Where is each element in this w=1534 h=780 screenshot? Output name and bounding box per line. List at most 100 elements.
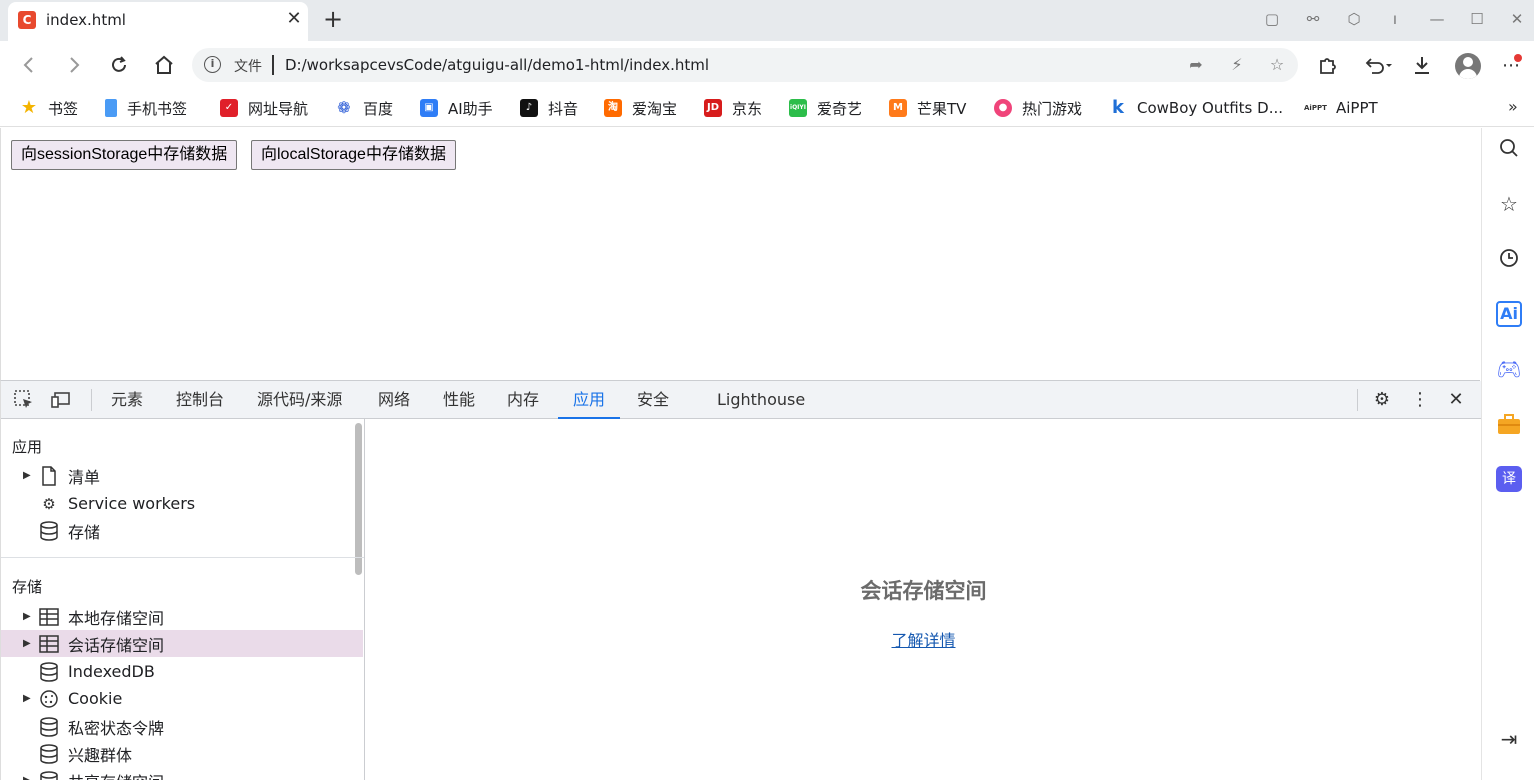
session-storage-button[interactable]: 向sessionStorage中存储数据 bbox=[11, 140, 238, 170]
back-arrow-icon[interactable] bbox=[17, 53, 41, 77]
devtools-tabbar: 元素 控制台 源代码/来源 网络 性能 内存 应用 安全 Lighthouse … bbox=[1, 381, 1481, 419]
tree-item-cookie[interactable]: ▶ Cookie bbox=[1, 685, 363, 712]
bookmark-star-icon[interactable]: ☆ bbox=[1266, 54, 1288, 76]
history-clock-icon[interactable] bbox=[1496, 246, 1522, 272]
forward-arrow-icon[interactable] bbox=[62, 53, 86, 77]
tree-item-local-storage[interactable]: ▶ 本地存储空间 bbox=[1, 603, 363, 630]
device-toolbar-icon[interactable] bbox=[51, 389, 73, 411]
tab-close-icon[interactable]: ✕ bbox=[284, 9, 304, 29]
share-icon[interactable]: ➦ bbox=[1185, 54, 1207, 76]
inspect-element-icon[interactable] bbox=[13, 389, 35, 411]
tab-favicon-icon: C bbox=[18, 11, 36, 29]
expand-arrow-icon[interactable]: ▶ bbox=[23, 638, 33, 649]
extension-puzzle-icon[interactable]: ⬡ bbox=[1343, 8, 1365, 30]
undo-dropdown-icon[interactable] bbox=[1362, 53, 1396, 79]
browser-tab[interactable]: C index.html ✕ bbox=[8, 2, 308, 41]
expand-arrow-icon[interactable]: ▶ bbox=[23, 693, 33, 704]
bookmark-item[interactable]: ★ 书签 bbox=[20, 97, 78, 119]
extensions-icon[interactable] bbox=[1315, 53, 1341, 79]
tab-network[interactable]: 网络 bbox=[378, 381, 410, 419]
bookmark-item[interactable]: M 芒果TV bbox=[889, 97, 966, 119]
tree-item-interest-groups[interactable]: 兴趣群体 bbox=[1, 740, 363, 767]
bookmark-item[interactable]: ● 热门游戏 bbox=[994, 97, 1082, 119]
bookmark-item[interactable]: ▣ AI助手 bbox=[420, 97, 493, 119]
download-icon[interactable] bbox=[1409, 53, 1435, 79]
tree-item-shared-storage[interactable]: ▶ 共享存储空间 bbox=[1, 767, 363, 780]
tree-item-label: Service workers bbox=[68, 494, 196, 513]
url-text[interactable]: D:/worksapcevsCode/atguigu-all/demo1-htm… bbox=[285, 56, 709, 74]
tree-item-service-workers[interactable]: ⚙ Service workers bbox=[1, 490, 363, 517]
collapse-panel-icon[interactable]: ⇥ bbox=[1496, 726, 1522, 752]
bookmark-label: CowBoy Outfits D... bbox=[1137, 99, 1283, 117]
browser-toolbar: i 文件 D:/worksapcevsCode/atguigu-all/demo… bbox=[0, 41, 1534, 89]
mango-icon: M bbox=[889, 99, 907, 117]
address-bar[interactable]: i 文件 D:/worksapcevsCode/atguigu-all/demo… bbox=[192, 48, 1298, 82]
taobao-icon: 淘 bbox=[604, 99, 622, 117]
tree-item-private-state-tokens[interactable]: 私密状态令牌 bbox=[1, 713, 363, 740]
tree-item-manifest[interactable]: ▶ 清单 bbox=[1, 462, 363, 489]
tab-strip: C index.html ✕ + ▢ ⚯ ⬡ ı — ☐ ✕ bbox=[0, 0, 1534, 41]
tree-item-label: 兴趣群体 bbox=[68, 745, 133, 765]
bookmark-item[interactable]: JD 京东 bbox=[704, 97, 762, 119]
close-devtools-icon[interactable]: ✕ bbox=[1445, 389, 1467, 411]
profile-avatar-icon[interactable] bbox=[1455, 53, 1481, 79]
gamepad-icon[interactable]: 🎮︎ bbox=[1496, 356, 1522, 382]
tab-security[interactable]: 安全 bbox=[637, 381, 669, 419]
home-icon[interactable] bbox=[152, 53, 176, 77]
close-window-icon[interactable]: ✕ bbox=[1506, 8, 1528, 30]
reload-icon[interactable] bbox=[107, 53, 131, 77]
ai-icon[interactable]: Ai bbox=[1496, 301, 1522, 327]
tab-application[interactable]: 应用 bbox=[558, 381, 621, 419]
translate-icon[interactable]: 译 bbox=[1496, 466, 1522, 492]
bookmark-label: AiPPT bbox=[1336, 99, 1378, 117]
bookmark-item[interactable]: 淘 爱淘宝 bbox=[604, 97, 677, 119]
bookmark-item[interactable]: k CowBoy Outfits D... bbox=[1109, 97, 1283, 119]
favorites-star-icon[interactable]: ☆ bbox=[1496, 191, 1522, 217]
kebab-menu-icon[interactable]: ⋮ bbox=[1409, 389, 1431, 411]
bookmark-item[interactable]: ✓ 网址导航 bbox=[220, 97, 308, 119]
devtools-divider bbox=[1357, 389, 1358, 411]
tab-search-icon[interactable]: ▢ bbox=[1261, 8, 1283, 30]
bookmark-item[interactable]: ♪ 抖音 bbox=[520, 97, 578, 119]
expand-arrow-icon[interactable]: ▶ bbox=[23, 775, 33, 780]
bookmark-label: AI助手 bbox=[448, 99, 493, 118]
tab-console[interactable]: 控制台 bbox=[176, 381, 224, 419]
bookmark-item[interactable]: AiPPT AiPPT bbox=[1304, 97, 1378, 119]
nav-icon: ✓ bbox=[220, 99, 238, 117]
settings-gear-icon[interactable]: ⚙ bbox=[1371, 389, 1393, 411]
tab-memory[interactable]: 内存 bbox=[507, 381, 539, 419]
bookmark-label: 芒果TV bbox=[917, 99, 967, 118]
expand-arrow-icon[interactable]: ▶ bbox=[23, 470, 33, 481]
maximize-icon[interactable]: ☐ bbox=[1466, 8, 1488, 30]
toolbox-icon[interactable] bbox=[1496, 411, 1522, 437]
bookmark-label: 网址导航 bbox=[248, 99, 309, 118]
bookmark-label: 抖音 bbox=[548, 99, 579, 118]
local-storage-button[interactable]: 向localStorage中存储数据 bbox=[251, 140, 456, 170]
tree-item-storage[interactable]: 存储 bbox=[1, 517, 363, 544]
learn-more-link[interactable]: 了解详情 bbox=[366, 627, 1481, 651]
tab-lighthouse[interactable]: Lighthouse bbox=[717, 381, 805, 419]
cookie-icon bbox=[37, 688, 61, 710]
bookmark-item[interactable]: 手机书签 bbox=[105, 97, 187, 119]
bookmark-item[interactable]: ❁ 百度 bbox=[335, 97, 393, 119]
expand-arrow-icon[interactable]: ▶ bbox=[23, 611, 33, 622]
lightning-icon[interactable]: ⚡ bbox=[1226, 54, 1248, 76]
tree-item-indexeddb[interactable]: IndexedDB bbox=[1, 658, 363, 685]
ai-assistant-icon: ▣ bbox=[420, 99, 438, 117]
jd-icon: JD bbox=[704, 99, 722, 117]
tree-item-label: 本地存储空间 bbox=[68, 608, 165, 628]
file-icon bbox=[37, 465, 61, 487]
bookmark-item[interactable]: iQIYI 爱奇艺 bbox=[789, 97, 862, 119]
tree-item-label: 清单 bbox=[68, 467, 101, 487]
site-info-icon[interactable]: i bbox=[204, 56, 221, 73]
tab-performance[interactable]: 性能 bbox=[443, 381, 475, 419]
bookmarks-overflow-icon[interactable]: » bbox=[1508, 97, 1518, 116]
tree-item-session-storage[interactable]: ▶ 会话存储空间 bbox=[1, 630, 363, 657]
tab-elements[interactable]: 元素 bbox=[111, 381, 143, 419]
tree-item-label: 私密状态令牌 bbox=[68, 718, 165, 738]
search-icon[interactable] bbox=[1496, 136, 1522, 162]
new-tab-icon[interactable]: + bbox=[320, 7, 346, 33]
tab-sources[interactable]: 源代码/来源 bbox=[257, 381, 342, 419]
incognito-icon[interactable]: ⚯ bbox=[1302, 8, 1324, 30]
minimize-icon[interactable]: — bbox=[1426, 8, 1448, 30]
